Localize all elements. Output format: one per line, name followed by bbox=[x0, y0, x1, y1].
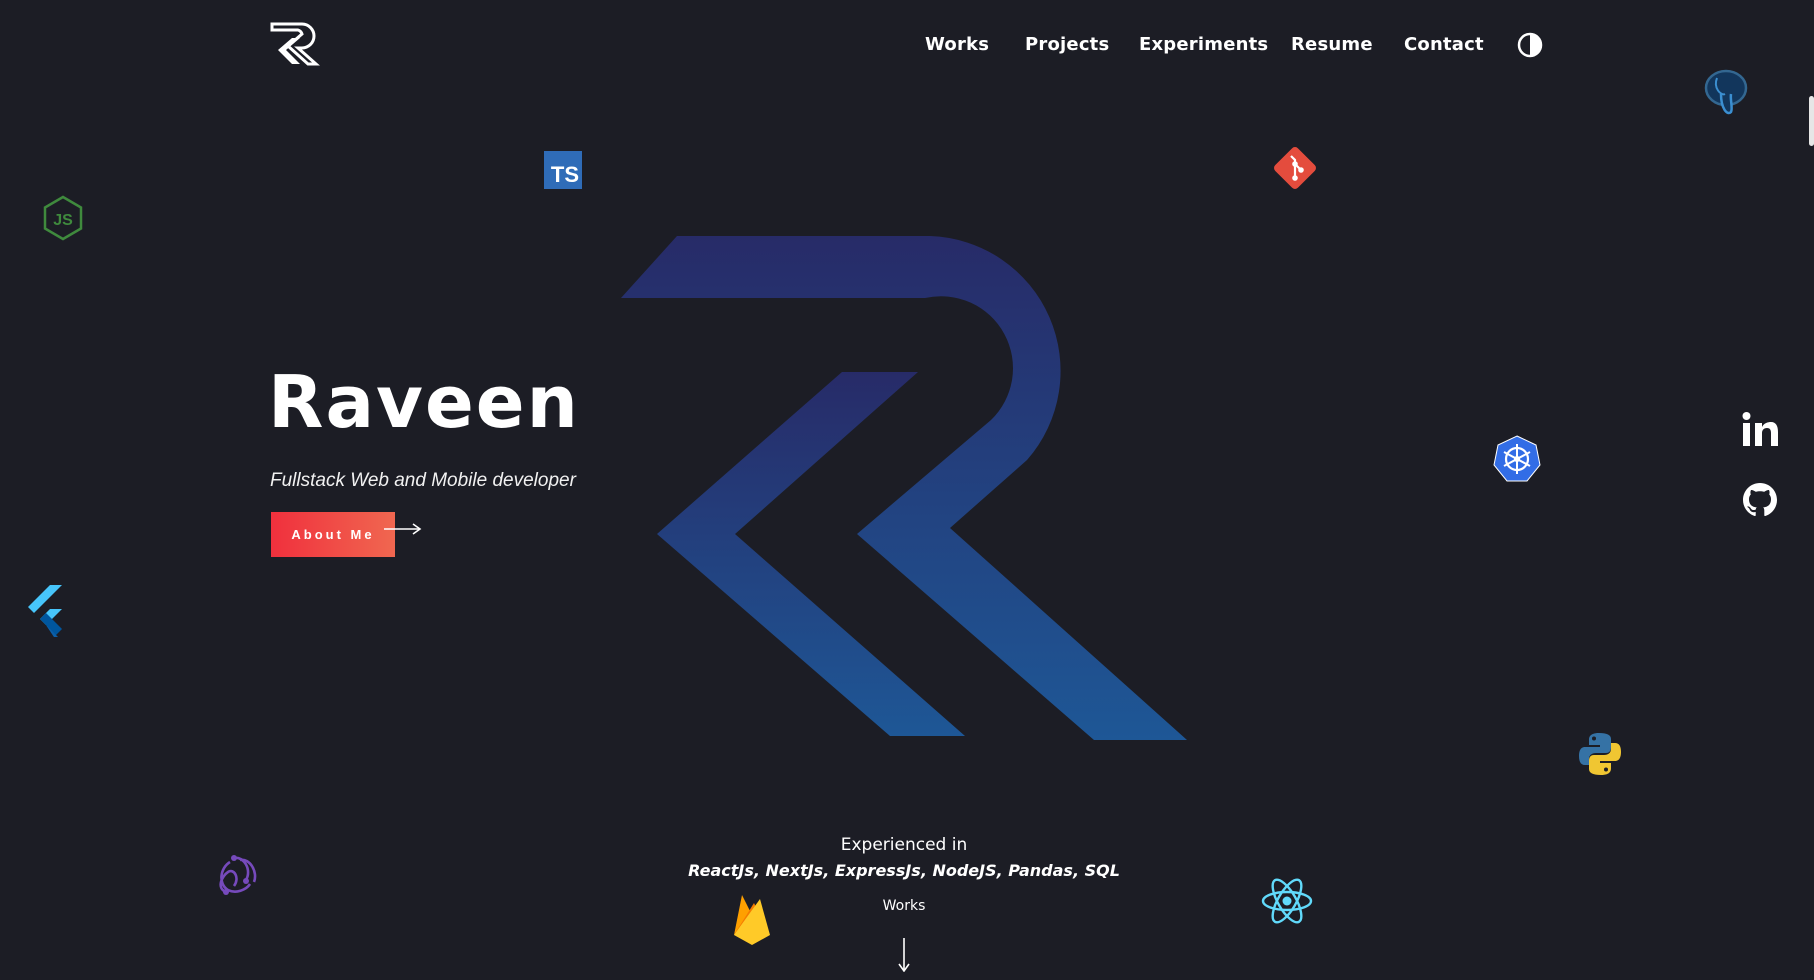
experience-title: Experienced in bbox=[840, 835, 968, 855]
scrollbar-thumb[interactable] bbox=[1809, 96, 1814, 146]
flutter-icon bbox=[28, 585, 62, 637]
logo-icon[interactable] bbox=[268, 20, 324, 68]
nodejs-icon: JS bbox=[43, 195, 83, 241]
nav-resume-link[interactable]: Resume bbox=[1291, 34, 1373, 55]
nav-experiments-link[interactable]: Experiments bbox=[1139, 34, 1268, 55]
kubernetes-icon bbox=[1493, 435, 1541, 482]
hero-logo-graphic bbox=[621, 236, 1187, 740]
arrow-down-icon[interactable] bbox=[896, 938, 912, 972]
arrow-right-icon bbox=[384, 523, 422, 535]
svg-text:JS: JS bbox=[53, 212, 73, 229]
postgresql-icon bbox=[1704, 69, 1748, 115]
hero-name: Raveen bbox=[268, 360, 580, 444]
scrollbar-track[interactable] bbox=[1808, 0, 1814, 980]
git-icon bbox=[1274, 147, 1316, 189]
linkedin-icon[interactable] bbox=[1741, 410, 1779, 448]
github-icon[interactable] bbox=[1741, 481, 1779, 519]
hero-subtitle: Fullstack Web and Mobile developer bbox=[270, 470, 576, 491]
nav-works-link[interactable]: Works bbox=[925, 34, 989, 55]
works-scroll-link[interactable]: Works bbox=[0, 898, 1808, 914]
nav-contact-link[interactable]: Contact bbox=[1404, 34, 1484, 55]
theme-toggle-icon[interactable] bbox=[1517, 32, 1543, 58]
nav-projects-link[interactable]: Projects bbox=[1025, 34, 1109, 55]
about-me-button[interactable]: About Me bbox=[271, 512, 395, 557]
experience-stack: ReactJs, NextJs, ExpressJs, NodeJS, Pand… bbox=[688, 861, 1120, 880]
typescript-icon: TS bbox=[544, 151, 582, 189]
python-icon bbox=[1579, 733, 1621, 775]
